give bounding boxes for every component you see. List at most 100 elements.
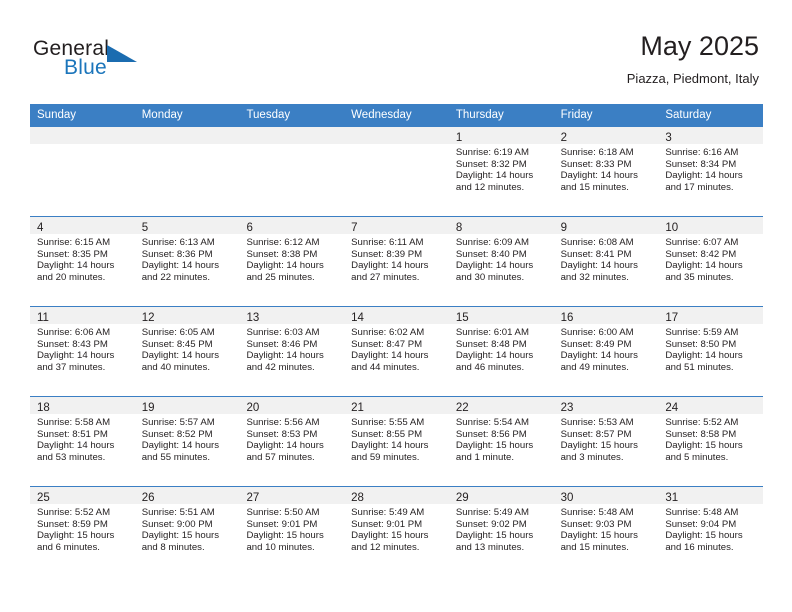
day-number-strip: 8 [448, 217, 554, 234]
day-cell[interactable]: 20 Sunrise: 5:56 AM Sunset: 8:53 PM Dayl… [239, 397, 345, 486]
day-info: Sunrise: 6:05 AM Sunset: 8:45 PM Dayligh… [135, 324, 240, 373]
day-cell[interactable]: 3 Sunrise: 6:16 AM Sunset: 8:34 PM Dayli… [658, 127, 764, 216]
daylight-text: Daylight: 14 hours and 59 minutes. [351, 440, 429, 463]
day-cell[interactable]: 26 Sunrise: 5:51 AM Sunset: 9:00 PM Dayl… [134, 487, 240, 576]
daylight-text: Daylight: 14 hours and 55 minutes. [141, 440, 220, 463]
day-info: Sunrise: 5:53 AM Sunset: 8:57 PM Dayligh… [554, 414, 659, 463]
sunrise-text: Sunrise: 5:48 AM [665, 507, 739, 518]
day-number: 5 [141, 222, 149, 234]
day-cell[interactable] [134, 127, 240, 216]
day-cell[interactable]: 23 Sunrise: 5:53 AM Sunset: 8:57 PM Dayl… [553, 397, 659, 486]
daylight-text: Daylight: 15 hours and 8 minutes. [141, 530, 220, 553]
sunset-text: Sunset: 8:58 PM [665, 428, 737, 440]
day-cell[interactable]: 24 Sunrise: 5:52 AM Sunset: 8:58 PM Dayl… [658, 397, 764, 486]
week-row: 11 Sunrise: 6:06 AM Sunset: 8:43 PM Dayl… [30, 306, 764, 396]
weekday-header-tuesday: Tuesday [246, 109, 291, 121]
logo-text-blue: Blue [64, 56, 107, 79]
day-cell[interactable]: 21 Sunrise: 5:55 AM Sunset: 8:55 PM Dayl… [344, 397, 449, 486]
day-cell[interactable]: 18 Sunrise: 5:58 AM Sunset: 8:51 PM Dayl… [30, 397, 135, 486]
day-number: 1 [455, 132, 463, 144]
daylight-text: Daylight: 14 hours and 17 minutes. [665, 170, 743, 193]
day-cell[interactable]: 15 Sunrise: 6:01 AM Sunset: 8:48 PM Dayl… [448, 307, 554, 396]
daylight-text: Daylight: 15 hours and 15 minutes. [560, 530, 638, 553]
sunrise-text: Sunrise: 5:58 AM [37, 417, 111, 428]
sunset-text: Sunset: 8:32 PM [455, 158, 527, 170]
day-cell[interactable]: 2 Sunrise: 6:18 AM Sunset: 8:33 PM Dayli… [553, 127, 659, 216]
sunrise-text: Sunrise: 5:52 AM [37, 507, 111, 518]
day-info: Sunrise: 5:51 AM Sunset: 9:00 PM Dayligh… [135, 504, 240, 553]
day-info: Sunrise: 5:48 AM Sunset: 9:04 PM Dayligh… [658, 504, 763, 553]
weekday-header-friday: Friday [560, 109, 593, 121]
day-number: 30 [560, 492, 574, 504]
day-cell[interactable]: 8 Sunrise: 6:09 AM Sunset: 8:40 PM Dayli… [448, 217, 554, 306]
general-blue-logo[interactable]: General Blue [33, 37, 153, 85]
weekday-header-monday: Monday [141, 109, 183, 121]
day-number-strip: 4 [30, 217, 135, 234]
day-cell[interactable]: 31 Sunrise: 5:48 AM Sunset: 9:04 PM Dayl… [658, 487, 764, 576]
day-cell[interactable]: 19 Sunrise: 5:57 AM Sunset: 8:52 PM Dayl… [134, 397, 240, 486]
day-cell[interactable]: 27 Sunrise: 5:50 AM Sunset: 9:01 PM Dayl… [239, 487, 345, 576]
day-cell[interactable]: 9 Sunrise: 6:08 AM Sunset: 8:41 PM Dayli… [553, 217, 659, 306]
sunset-text: Sunset: 8:38 PM [246, 248, 318, 260]
day-cell[interactable]: 5 Sunrise: 6:13 AM Sunset: 8:36 PM Dayli… [134, 217, 240, 306]
day-cell[interactable]: 7 Sunrise: 6:11 AM Sunset: 8:39 PM Dayli… [344, 217, 449, 306]
sunset-text: Sunset: 9:01 PM [351, 518, 423, 530]
day-cell[interactable]: 25 Sunrise: 5:52 AM Sunset: 8:59 PM Dayl… [30, 487, 135, 576]
day-cell[interactable]: 16 Sunrise: 6:00 AM Sunset: 8:49 PM Dayl… [553, 307, 659, 396]
sunset-text: Sunset: 8:53 PM [246, 428, 318, 440]
day-number-strip [30, 127, 135, 144]
sunset-text: Sunset: 8:46 PM [246, 338, 318, 350]
day-number: 6 [246, 222, 253, 234]
day-info: Sunrise: 5:58 AM Sunset: 8:51 PM Dayligh… [30, 414, 135, 463]
sunset-text: Sunset: 8:49 PM [560, 338, 632, 350]
sunset-text: Sunset: 8:39 PM [351, 248, 423, 260]
sunrise-text: Sunrise: 5:49 AM [455, 507, 529, 518]
day-info: Sunrise: 5:57 AM Sunset: 8:52 PM Dayligh… [135, 414, 240, 463]
day-cell[interactable]: 28 Sunrise: 5:49 AM Sunset: 9:01 PM Dayl… [344, 487, 449, 576]
day-number-strip: 16 [553, 307, 659, 324]
day-cell[interactable]: 13 Sunrise: 6:03 AM Sunset: 8:46 PM Dayl… [239, 307, 345, 396]
day-cell[interactable] [30, 127, 135, 216]
day-cell[interactable]: 22 Sunrise: 5:54 AM Sunset: 8:56 PM Dayl… [448, 397, 554, 486]
daylight-text: Daylight: 14 hours and 57 minutes. [246, 440, 324, 463]
day-number-strip: 28 [344, 487, 449, 504]
day-cell[interactable]: 1 Sunrise: 6:19 AM Sunset: 8:32 PM Dayli… [448, 127, 554, 216]
sunset-text: Sunset: 9:01 PM [246, 518, 318, 530]
sunset-text: Sunset: 8:59 PM [37, 518, 108, 530]
day-cell[interactable]: 10 Sunrise: 6:07 AM Sunset: 8:42 PM Dayl… [658, 217, 764, 306]
daylight-text: Daylight: 15 hours and 12 minutes. [351, 530, 429, 553]
day-number-strip: 26 [134, 487, 240, 504]
day-info: Sunrise: 6:18 AM Sunset: 8:33 PM Dayligh… [554, 144, 659, 193]
day-cell[interactable]: 30 Sunrise: 5:48 AM Sunset: 9:03 PM Dayl… [553, 487, 659, 576]
day-info: Sunrise: 6:16 AM Sunset: 8:34 PM Dayligh… [658, 144, 763, 193]
sunset-text: Sunset: 9:02 PM [455, 518, 527, 530]
day-number: 13 [246, 312, 260, 324]
sunset-text: Sunset: 9:04 PM [665, 518, 737, 530]
daylight-text: Daylight: 14 hours and 27 minutes. [351, 260, 429, 283]
day-cell[interactable]: 4 Sunrise: 6:15 AM Sunset: 8:35 PM Dayli… [30, 217, 135, 306]
day-info: Sunrise: 5:48 AM Sunset: 9:03 PM Dayligh… [554, 504, 659, 553]
sunrise-text: Sunrise: 6:12 AM [246, 237, 320, 248]
sunrise-text: Sunrise: 6:08 AM [560, 237, 634, 248]
day-number-strip [239, 127, 345, 144]
day-cell[interactable] [344, 127, 449, 216]
day-info: Sunrise: 6:08 AM Sunset: 8:41 PM Dayligh… [554, 234, 659, 283]
sunrise-text: Sunrise: 5:55 AM [351, 417, 425, 428]
day-info: Sunrise: 6:06 AM Sunset: 8:43 PM Dayligh… [30, 324, 135, 373]
day-cell[interactable] [239, 127, 345, 216]
day-cell[interactable]: 29 Sunrise: 5:49 AM Sunset: 9:02 PM Dayl… [448, 487, 554, 576]
day-number: 26 [141, 492, 155, 504]
sunrise-text: Sunrise: 6:06 AM [37, 327, 111, 338]
day-cell[interactable]: 6 Sunrise: 6:12 AM Sunset: 8:38 PM Dayli… [239, 217, 345, 306]
week-row: 4 Sunrise: 6:15 AM Sunset: 8:35 PM Dayli… [30, 216, 764, 306]
day-info: Sunrise: 6:00 AM Sunset: 8:49 PM Dayligh… [554, 324, 659, 373]
day-number-strip [134, 127, 240, 144]
day-cell[interactable]: 12 Sunrise: 6:05 AM Sunset: 8:45 PM Dayl… [134, 307, 240, 396]
day-cell[interactable]: 17 Sunrise: 5:59 AM Sunset: 8:50 PM Dayl… [658, 307, 764, 396]
daylight-text: Daylight: 15 hours and 6 minutes. [37, 530, 115, 553]
day-number: 7 [351, 222, 358, 234]
day-number-strip: 24 [658, 397, 764, 414]
day-cell[interactable]: 11 Sunrise: 6:06 AM Sunset: 8:43 PM Dayl… [30, 307, 135, 396]
sunrise-text: Sunrise: 6:07 AM [665, 237, 739, 248]
day-cell[interactable]: 14 Sunrise: 6:02 AM Sunset: 8:47 PM Dayl… [344, 307, 449, 396]
